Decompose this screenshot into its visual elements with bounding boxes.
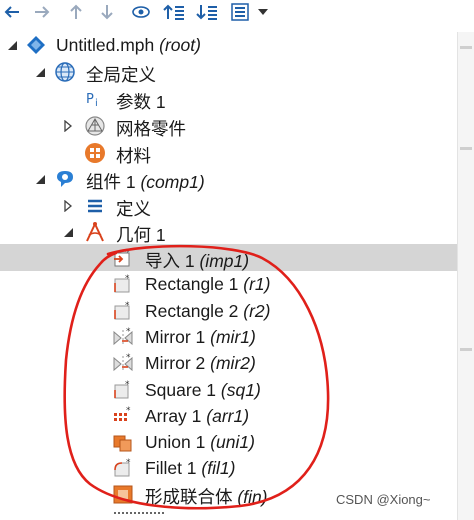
- svg-text:i: i: [95, 98, 98, 109]
- mesh-parts-icon: [84, 115, 106, 137]
- rectangle-icon: *: [112, 300, 134, 322]
- geometry-item-label: Union 1 (uni1): [145, 432, 255, 452]
- svg-text:*: *: [126, 353, 131, 363]
- array-icon: *: [112, 405, 134, 427]
- form-union-icon: [112, 483, 134, 505]
- globe-icon: [54, 61, 76, 83]
- expand-all-icon[interactable]: [162, 1, 186, 23]
- tree-node-global-definitions[interactable]: 全局定义: [0, 59, 458, 85]
- forward-arrow-icon[interactable]: [32, 1, 52, 23]
- geometry-item-label: Rectangle 2 (r2): [145, 301, 271, 321]
- rectangle-icon: *: [112, 273, 134, 295]
- geometry-item-square-1[interactable]: * Square 1 (sq1): [0, 377, 458, 403]
- geometry-item-label: Square 1 (sq1): [145, 380, 261, 400]
- component-icon: [54, 168, 76, 190]
- tree-node-root[interactable]: Untitled.mph (root): [0, 32, 458, 58]
- tree-node-materials[interactable]: 材料: [0, 140, 458, 166]
- comsol-file-icon: [25, 34, 47, 56]
- materials-label: 材料: [116, 146, 151, 166]
- mirror-icon: *: [112, 326, 134, 348]
- tree-node-definitions[interactable]: 定义: [0, 193, 458, 219]
- expand-toggle-icon[interactable]: [62, 200, 74, 212]
- move-down-icon[interactable]: [97, 1, 117, 23]
- svg-text:*: *: [126, 327, 131, 337]
- tree-node-parameters[interactable]: Pi 参数 1: [0, 86, 458, 112]
- materials-icon: [84, 142, 106, 164]
- geometry-compass-icon: [84, 221, 106, 243]
- tree-node-component[interactable]: 组件 1 (comp1): [0, 166, 458, 192]
- geometry-item-label: 导入 1 (imp1): [145, 251, 250, 271]
- geometry-item-rectangle-2[interactable]: * Rectangle 2 (r2): [0, 298, 458, 324]
- geometry-item-array-1[interactable]: * Array 1 (arr1): [0, 403, 458, 429]
- expand-toggle-icon[interactable]: [62, 120, 74, 132]
- svg-text:*: *: [125, 248, 130, 258]
- tree-node-partial: [0, 508, 458, 520]
- partial-row-fragment: [114, 512, 164, 520]
- geometry-item-rectangle-1[interactable]: * Rectangle 1 (r1): [0, 271, 458, 297]
- move-up-icon[interactable]: [66, 1, 86, 23]
- scrollbar-mark: [460, 46, 472, 49]
- collapse-toggle-icon[interactable]: [34, 66, 46, 78]
- collapse-toggle-icon[interactable]: [34, 173, 46, 185]
- geometry-item-mirror-1[interactable]: * Mirror 1 (mir1): [0, 324, 458, 350]
- parameters-label: 参数 1: [116, 92, 166, 112]
- global-definitions-label: 全局定义: [86, 65, 156, 85]
- definitions-label: 定义: [116, 199, 151, 219]
- show-icon[interactable]: [131, 1, 151, 23]
- definitions-list-icon: [84, 195, 106, 217]
- geometry-item-import[interactable]: * 导入 1 (imp1): [0, 244, 458, 271]
- collapse-toggle-icon[interactable]: [62, 226, 74, 238]
- mesh-parts-label: 网格零件: [116, 119, 186, 139]
- svg-text:P: P: [86, 92, 94, 107]
- fillet-icon: *: [112, 457, 134, 479]
- collapse-toggle-icon[interactable]: [6, 39, 18, 51]
- geometry-item-label: Rectangle 1 (r1): [145, 274, 271, 294]
- geometry-item-label: Array 1 (arr1): [145, 406, 250, 426]
- dropdown-chevron-icon[interactable]: [256, 1, 270, 23]
- tree-view-icon[interactable]: [230, 1, 250, 23]
- tree-node-mesh-parts[interactable]: 网格零件: [0, 113, 458, 139]
- geometry-item-fillet-1[interactable]: * Fillet 1 (fil1): [0, 455, 458, 481]
- geometry-item-mirror-2[interactable]: * Mirror 2 (mir2): [0, 350, 458, 376]
- svg-text:*: *: [126, 458, 131, 468]
- tree-node-geometry[interactable]: 几何 1: [0, 219, 458, 245]
- geometry-item-label: Mirror 2 (mir2): [145, 353, 256, 373]
- import-icon: *: [112, 247, 134, 269]
- watermark: CSDN @Xiong~: [336, 492, 431, 507]
- parameters-pi-icon: Pi: [84, 88, 106, 110]
- model-tree: Untitled.mph (root) 全局定义 Pi 参数 1 网格零件 材料: [0, 32, 474, 520]
- union-icon: [112, 431, 134, 453]
- geometry-item-label: Mirror 1 (mir1): [145, 327, 256, 347]
- toolbar: [0, 0, 474, 26]
- scrollbar-mark: [460, 147, 472, 150]
- geometry-item-label: 形成联合体 (fin): [145, 487, 268, 507]
- vertical-scrollbar[interactable]: [457, 32, 474, 520]
- geometry-item-label: Fillet 1 (fil1): [145, 458, 236, 478]
- svg-text:*: *: [125, 380, 130, 390]
- geometry-item-union-1[interactable]: Union 1 (uni1): [0, 429, 458, 455]
- square-icon: *: [112, 379, 134, 401]
- component-label: 组件 1 (comp1): [86, 172, 205, 192]
- scrollbar-mark: [460, 348, 472, 351]
- svg-text:*: *: [125, 274, 130, 284]
- back-arrow-icon[interactable]: [2, 1, 22, 23]
- collapse-all-icon[interactable]: [195, 1, 219, 23]
- svg-text:*: *: [126, 406, 131, 416]
- root-label: Untitled.mph (root): [56, 35, 201, 55]
- mirror-icon: *: [112, 352, 134, 374]
- svg-text:*: *: [125, 301, 130, 311]
